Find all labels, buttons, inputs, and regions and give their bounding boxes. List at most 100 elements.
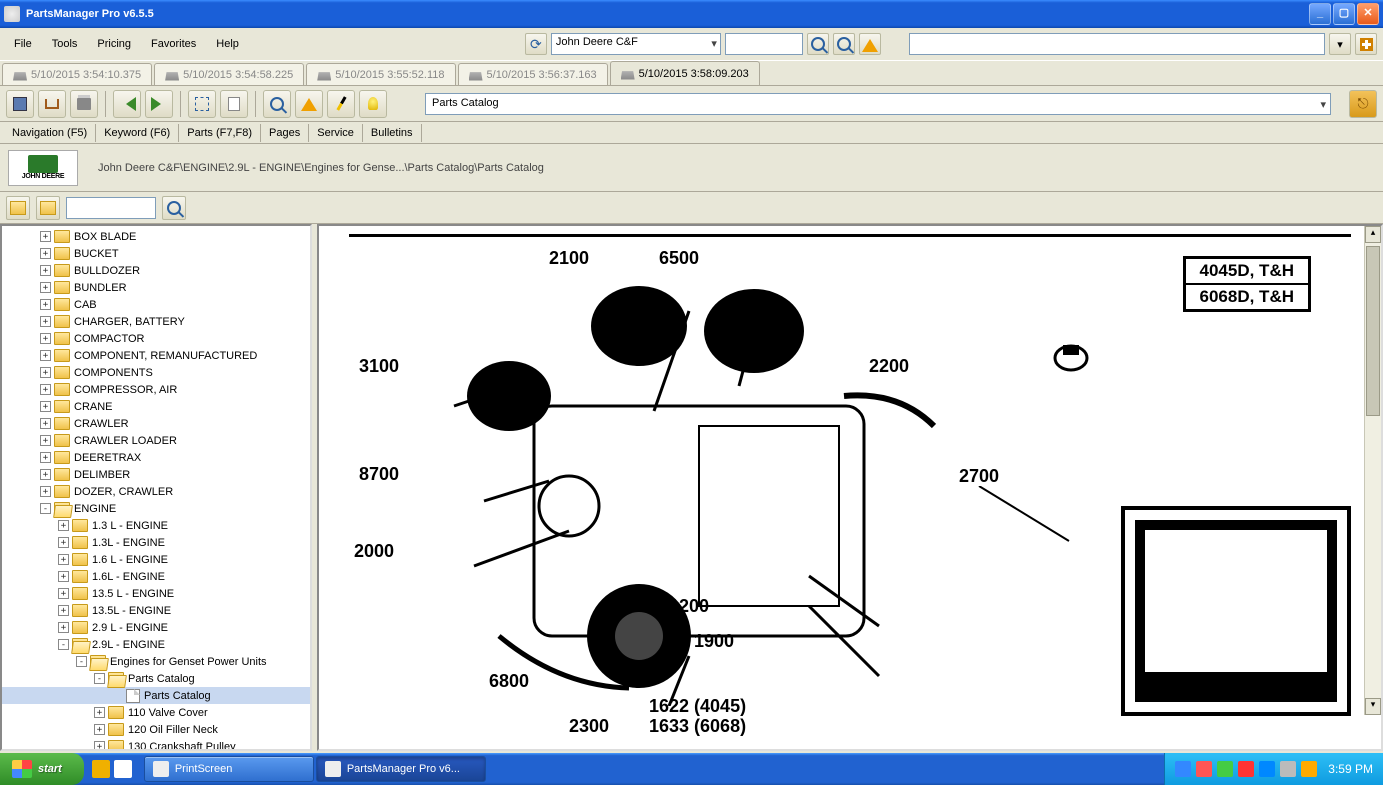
tree-expander[interactable]: - [58, 639, 69, 650]
menu-file[interactable]: File [6, 35, 40, 53]
scroll-down-icon[interactable]: ▾ [1365, 698, 1381, 715]
tree-expander[interactable]: + [40, 486, 51, 497]
tree-node[interactable]: +2.9 L - ENGINE [2, 619, 310, 636]
tray-bluetooth-icon[interactable] [1259, 761, 1275, 777]
refresh-icon[interactable]: ⟳ [525, 33, 547, 55]
tab-parts[interactable]: Parts (F7,F8) [179, 124, 261, 142]
menu-tools[interactable]: Tools [44, 35, 86, 53]
vertical-scrollbar[interactable]: ▴ ▾ [1364, 226, 1381, 715]
tree-expander[interactable]: + [40, 350, 51, 361]
tab-keyword[interactable]: Keyword (F6) [96, 124, 179, 142]
bulb-button[interactable] [359, 90, 387, 118]
tree-node[interactable]: -Engines for Genset Power Units [2, 653, 310, 670]
zoom-button[interactable] [263, 90, 291, 118]
tab-service[interactable]: Service [309, 124, 363, 142]
clock[interactable]: 3:59 PM [1328, 762, 1373, 776]
exit-button[interactable]: ⎋ [1349, 90, 1377, 118]
search-dropdown-icon[interactable]: ▾ [1329, 33, 1351, 55]
session-tab-2[interactable]: 5/10/2015 3:55:52.118 [306, 63, 455, 85]
tree-node[interactable]: Parts Catalog [2, 687, 310, 704]
tree-expander[interactable]: + [40, 367, 51, 378]
tree-expander[interactable]: + [40, 418, 51, 429]
parts-diagram[interactable]: 4045D, T&H 6068D, T&H [319, 226, 1381, 732]
tree-node[interactable]: +COMPONENT, REMANUFACTURED [2, 347, 310, 364]
tree-expander[interactable]: + [40, 282, 51, 293]
tree-node[interactable]: +COMPONENTS [2, 364, 310, 381]
tree-node[interactable]: +DELIMBER [2, 466, 310, 483]
tree-expander[interactable]: + [58, 537, 69, 548]
tree-node[interactable]: +BOX BLADE [2, 228, 310, 245]
session-tab-1[interactable]: 5/10/2015 3:54:58.225 [154, 63, 304, 85]
tree-expander[interactable]: + [40, 452, 51, 463]
quick-launch-icon[interactable] [114, 760, 132, 778]
scroll-thumb[interactable] [1366, 246, 1380, 416]
tree-node[interactable]: +1.3 L - ENGINE [2, 517, 310, 534]
back-button[interactable] [113, 90, 141, 118]
tree-filter-input[interactable] [66, 197, 156, 219]
tree-expander[interactable]: + [40, 248, 51, 259]
session-tab-3[interactable]: 5/10/2015 3:56:37.163 [458, 63, 608, 85]
tree-expander[interactable]: + [40, 316, 51, 327]
tree-expander[interactable]: + [94, 707, 105, 718]
tree-node[interactable]: +1.6L - ENGINE [2, 568, 310, 585]
folder-up-button[interactable] [6, 196, 30, 220]
tree-expander[interactable]: - [40, 503, 51, 514]
tree-node[interactable]: +110 Valve Cover [2, 704, 310, 721]
tree-node[interactable]: +120 Oil Filler Neck [2, 721, 310, 738]
fit-button[interactable] [188, 90, 216, 118]
tree-node[interactable]: +BUCKET [2, 245, 310, 262]
tree-node[interactable]: +BUNDLER [2, 279, 310, 296]
tree-node[interactable]: +DOZER, CRAWLER [2, 483, 310, 500]
search-advanced-icon[interactable] [833, 33, 855, 55]
tree-node[interactable]: +CAB [2, 296, 310, 313]
tree-node[interactable]: -ENGINE [2, 500, 310, 517]
tree-expander[interactable]: + [40, 401, 51, 412]
tree-expander[interactable]: + [40, 469, 51, 480]
tree-expander[interactable]: + [94, 741, 105, 751]
tree-node[interactable]: -2.9L - ENGINE [2, 636, 310, 653]
session-tab-4[interactable]: 5/10/2015 3:58:09.203 [610, 61, 760, 85]
tray-icon[interactable] [1175, 761, 1191, 777]
tree-node[interactable]: +COMPACTOR [2, 330, 310, 347]
tree-node[interactable]: +CRAWLER [2, 415, 310, 432]
tree-expander[interactable]: + [40, 231, 51, 242]
maximize-button[interactable]: ▢ [1333, 3, 1355, 25]
tab-navigation[interactable]: Navigation (F5) [4, 124, 96, 142]
tree-search-button[interactable] [162, 196, 186, 220]
forward-button[interactable] [145, 90, 173, 118]
tray-network-icon[interactable] [1217, 761, 1233, 777]
tree-node[interactable]: +COMPRESSOR, AIR [2, 381, 310, 398]
tree-node[interactable]: +1.3L - ENGINE [2, 534, 310, 551]
tree-expander[interactable]: - [76, 656, 87, 667]
tab-bulletins[interactable]: Bulletins [363, 124, 422, 142]
tree-node[interactable]: +BULLDOZER [2, 262, 310, 279]
tree-node[interactable]: +DEERETRAX [2, 449, 310, 466]
tree-expander[interactable]: + [58, 554, 69, 565]
tree-expander[interactable]: + [40, 333, 51, 344]
add-icon[interactable] [1355, 33, 1377, 55]
menu-favorites[interactable]: Favorites [143, 35, 204, 53]
tray-icon[interactable] [1301, 761, 1317, 777]
close-button[interactable]: ✕ [1357, 3, 1379, 25]
tree-node[interactable]: +13.5 L - ENGINE [2, 585, 310, 602]
save-button[interactable] [6, 90, 34, 118]
document-button[interactable] [220, 90, 248, 118]
alert-button[interactable] [295, 90, 323, 118]
task-printscreen[interactable]: PrintScreen [144, 756, 314, 782]
tree-expander[interactable]: + [40, 384, 51, 395]
menu-pricing[interactable]: Pricing [89, 35, 139, 53]
tree-panel[interactable]: +BOX BLADE+BUCKET+BULLDOZER+BUNDLER+CAB+… [0, 224, 312, 751]
scroll-up-icon[interactable]: ▴ [1365, 226, 1381, 243]
tree-expander[interactable]: + [58, 622, 69, 633]
tree-expander[interactable]: + [40, 299, 51, 310]
tree-node[interactable]: +13.5L - ENGINE [2, 602, 310, 619]
search-parts-icon[interactable] [807, 33, 829, 55]
session-tab-0[interactable]: 5/10/2015 3:54:10.375 [2, 63, 152, 85]
tree-expander[interactable]: + [58, 588, 69, 599]
wand-button[interactable] [327, 90, 355, 118]
minimize-button[interactable]: _ [1309, 3, 1331, 25]
folder-home-button[interactable] [36, 196, 60, 220]
brand-dropdown[interactable]: John Deere C&F [551, 33, 721, 55]
global-search-input[interactable] [909, 33, 1325, 55]
tree-node[interactable]: +CHARGER, BATTERY [2, 313, 310, 330]
